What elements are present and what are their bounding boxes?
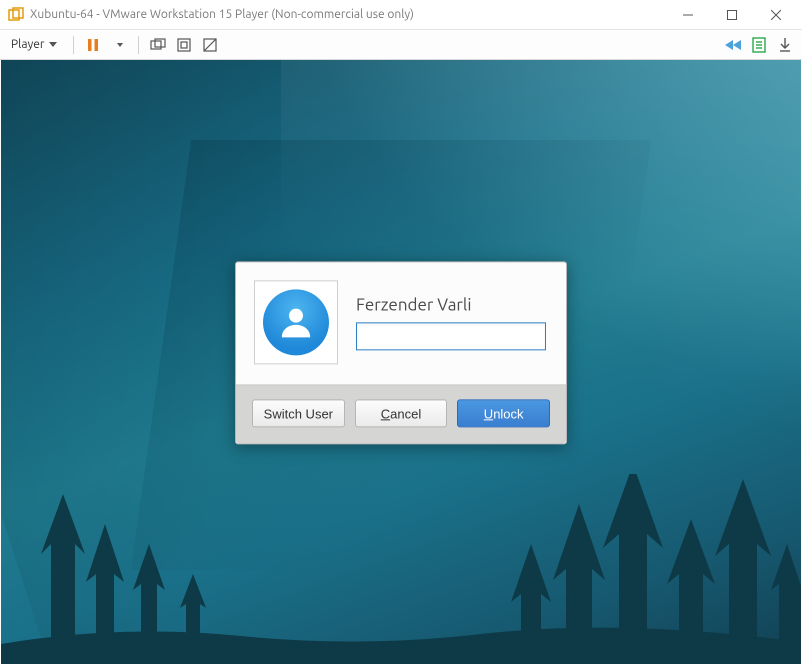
vmware-icon [8,7,24,23]
notes-icon[interactable] [746,33,772,57]
toolbar: Player [0,30,802,60]
player-menu[interactable]: Player [4,34,67,55]
password-input[interactable] [356,322,546,350]
send-ctrl-alt-del-icon[interactable] [145,33,171,57]
window-titlebar: Xubuntu-64 - VMware Workstation 15 Playe… [0,0,802,30]
fullscreen-icon[interactable] [171,33,197,57]
power-dropdown[interactable] [106,33,132,57]
player-menu-label: Player [11,38,44,51]
unlock-button[interactable]: Unlock [457,399,550,427]
avatar [254,280,338,364]
lock-dialog: Ferzender Varli Switch User Cancel Unloc… [235,261,567,444]
user-avatar-icon [263,289,329,355]
switch-user-button[interactable]: Switch User [252,399,345,427]
window-controls [666,0,798,30]
install-tools-icon[interactable] [772,33,798,57]
vm-display[interactable]: Ferzender Varli Switch User Cancel Unloc… [1,60,801,664]
maximize-button[interactable] [710,0,754,30]
user-name-label: Ferzender Varli [356,295,548,314]
rewind-icon[interactable] [720,33,746,57]
chevron-down-icon [49,42,57,47]
close-button[interactable] [754,0,798,30]
wallpaper-trees [1,474,801,664]
window-title: Xubuntu-64 - VMware Workstation 15 Playe… [30,8,414,21]
cancel-button[interactable]: Cancel [355,399,448,427]
minimize-button[interactable] [666,0,710,30]
pause-icon[interactable] [80,33,106,57]
unity-mode-icon[interactable] [197,33,223,57]
